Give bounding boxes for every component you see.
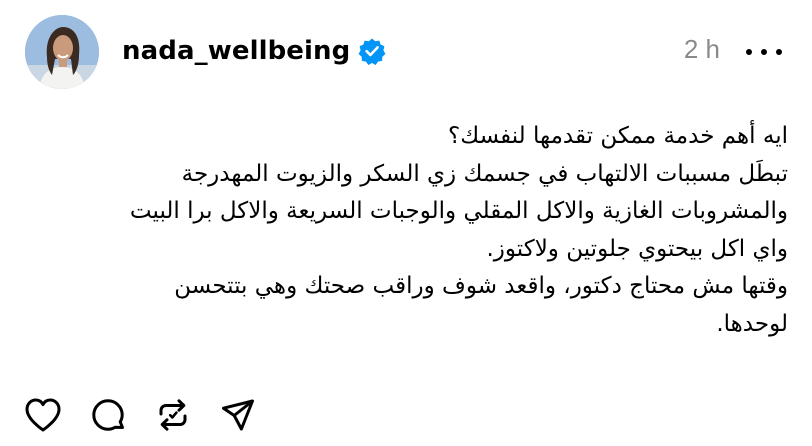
caption-line: وقتها مش محتاج دكتور، واقعد شوف وراقب صح…	[174, 273, 788, 299]
post-timestamp: 2 h	[683, 34, 720, 64]
caption-line: ايه أهم خدمة ممكن تقدمها لنفسك؟	[447, 123, 788, 149]
username[interactable]: nada_wellbeing	[122, 36, 350, 66]
more-options-icon[interactable]	[746, 42, 782, 62]
caption-line: تبطَل مسببات الالتهاب في جسمك زي السكر و…	[181, 160, 788, 187]
repost-icon	[159, 399, 187, 431]
heart-icon	[25, 398, 61, 432]
avatar[interactable]	[25, 15, 99, 89]
more-dot	[776, 49, 782, 55]
caption-line: واي اكل بيحتوي جلوتين ولاكتوز.	[486, 235, 789, 262]
post-header: nada_wellbeing 2 h	[0, 0, 812, 100]
share-button[interactable]	[217, 394, 259, 436]
post-caption: ايه أهم خدمة ممكن تقدمها لنفسك؟ تبطَل مس…	[8, 118, 788, 343]
send-icon	[222, 399, 254, 431]
post-card: nada_wellbeing 2 h ايه أهم خدمة ممكن تقد…	[0, 0, 812, 446]
comment-button[interactable]	[87, 394, 129, 436]
like-button[interactable]	[22, 394, 64, 436]
more-dot	[761, 49, 767, 55]
verified-badge-icon	[358, 37, 386, 65]
action-bar	[22, 394, 282, 436]
caption-line: والمشروبات الغازية والاكل المقلي والوجبا…	[129, 198, 788, 224]
username-row: nada_wellbeing	[122, 31, 386, 71]
repost-button[interactable]	[152, 394, 194, 436]
more-dot	[746, 49, 752, 55]
caption-line: لوحدها.	[716, 310, 788, 337]
profile-photo	[25, 15, 99, 89]
comment-icon	[92, 399, 124, 431]
